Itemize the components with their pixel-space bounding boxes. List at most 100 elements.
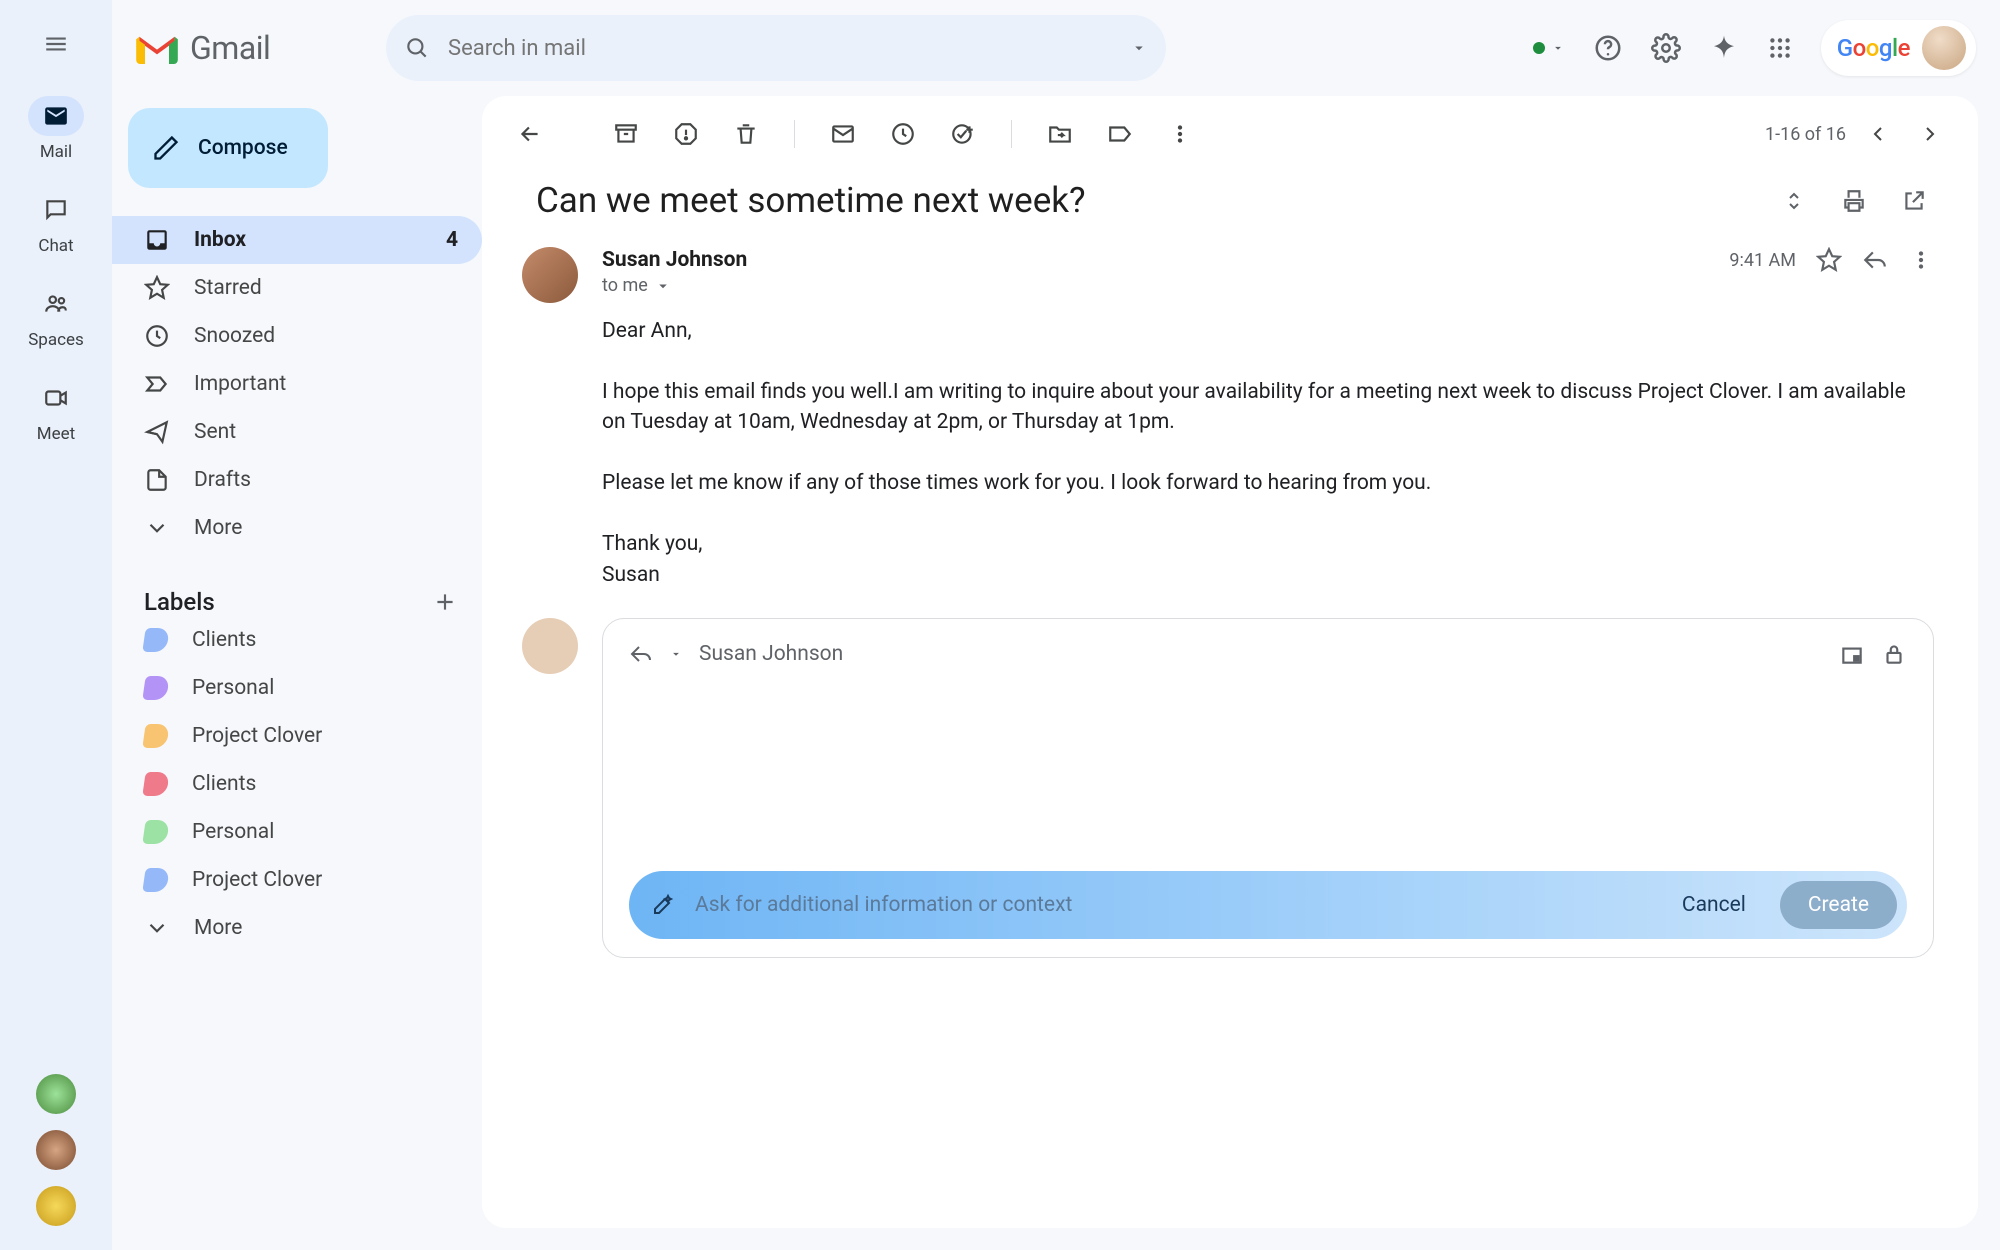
email-subject: Can we meet sometime next week?	[536, 180, 1754, 221]
star-message-button[interactable]	[1816, 247, 1842, 273]
search-icon	[404, 35, 430, 61]
chat-avatar-1[interactable]	[36, 1074, 76, 1114]
add-label-button[interactable]	[432, 589, 458, 615]
rail-mail[interactable]: Mail	[28, 96, 84, 162]
snooze-button[interactable]	[883, 114, 923, 154]
spam-icon	[673, 121, 699, 147]
rail-spaces[interactable]: Spaces	[28, 284, 84, 350]
label-swatch	[142, 628, 169, 652]
rail-meet-label: Meet	[37, 424, 75, 444]
recipient-line: to me	[602, 275, 648, 296]
nav-starred[interactable]: Starred	[112, 264, 482, 312]
message-more-button[interactable]	[1908, 247, 1934, 273]
label-text: Clients	[192, 772, 256, 796]
sender-avatar[interactable]	[522, 247, 578, 303]
nav-inbox[interactable]: Inbox 4	[112, 216, 482, 264]
label-button[interactable]	[1100, 114, 1140, 154]
compose-label: Compose	[198, 136, 288, 160]
reply-arrow-icon[interactable]	[629, 642, 653, 666]
expand-all-button[interactable]	[1774, 181, 1814, 221]
nav-snoozed-label: Snoozed	[194, 324, 275, 348]
ai-cancel-button[interactable]: Cancel	[1668, 893, 1760, 917]
pencil-icon	[152, 134, 180, 162]
show-details-button[interactable]	[654, 277, 672, 295]
rail-meet[interactable]: Meet	[28, 378, 84, 444]
prev-message-button[interactable]	[1858, 114, 1898, 154]
gemini-button[interactable]	[1709, 33, 1739, 63]
logo-area[interactable]: Gmail	[128, 29, 370, 67]
account-avatar[interactable]	[1922, 26, 1966, 70]
chevron-right-icon	[1918, 122, 1942, 146]
archive-button[interactable]	[606, 114, 646, 154]
search-input[interactable]	[448, 36, 1112, 61]
ai-create-button[interactable]: Create	[1780, 881, 1897, 929]
open-new-window-button[interactable]	[1894, 181, 1934, 221]
label-personal-2[interactable]: Personal	[112, 808, 482, 856]
more-actions-button[interactable]	[1160, 114, 1200, 154]
caret-down-icon	[1551, 41, 1565, 55]
nav-sent[interactable]: Sent	[112, 408, 482, 456]
label-clients-1[interactable]: Clients	[112, 616, 482, 664]
app-header: Gmail Google	[112, 0, 2000, 96]
nav-snoozed[interactable]: Snoozed	[112, 312, 482, 360]
confidential-mode-button[interactable]	[1881, 641, 1907, 667]
apps-grid-icon	[1767, 35, 1793, 61]
label-swatch	[142, 772, 169, 796]
mark-unread-button[interactable]	[823, 114, 863, 154]
clock-icon	[144, 323, 170, 349]
label-text: Personal	[192, 676, 274, 700]
help-icon	[1593, 33, 1623, 63]
nav-starred-label: Starred	[194, 276, 262, 300]
move-to-button[interactable]	[1040, 114, 1080, 154]
reply-mode-dropdown[interactable]	[669, 647, 683, 661]
labels-more[interactable]: More	[112, 904, 482, 952]
ai-compose-bar: Cancel Create	[629, 871, 1907, 939]
rail-chat[interactable]: Chat	[28, 190, 84, 256]
labels-heading: Labels	[144, 588, 215, 616]
inbox-icon	[144, 227, 170, 253]
delete-button[interactable]	[726, 114, 766, 154]
chevron-left-icon	[1866, 122, 1890, 146]
label-swatch	[142, 820, 169, 844]
search-options-icon[interactable]	[1130, 39, 1148, 57]
my-avatar[interactable]	[522, 618, 578, 674]
chat-avatar-2[interactable]	[36, 1130, 76, 1170]
settings-button[interactable]	[1651, 33, 1681, 63]
label-text: Personal	[192, 820, 274, 844]
gmail-logo-icon	[136, 32, 178, 64]
ai-prompt-input[interactable]	[695, 893, 1648, 917]
label-personal-1[interactable]: Personal	[112, 664, 482, 712]
popout-reply-button[interactable]	[1839, 641, 1865, 667]
rail-chat-label: Chat	[38, 236, 73, 256]
chat-avatar-3[interactable]	[36, 1186, 76, 1226]
apps-button[interactable]	[1767, 35, 1793, 61]
reply-to-name: Susan Johnson	[699, 642, 843, 666]
nav-inbox-count: 4	[446, 228, 458, 252]
label-text: Project Clover	[192, 868, 322, 892]
status-indicator[interactable]	[1533, 41, 1565, 55]
reply-composer[interactable]: Susan Johnson Cancel Create	[602, 618, 1934, 958]
print-button[interactable]	[1834, 181, 1874, 221]
label-text: Clients	[192, 628, 256, 652]
menu-icon	[43, 31, 69, 57]
compose-button[interactable]: Compose	[128, 108, 328, 188]
archive-icon	[613, 121, 639, 147]
next-message-button[interactable]	[1910, 114, 1950, 154]
unfold-icon	[1782, 189, 1806, 213]
account-chip[interactable]: Google	[1821, 20, 1976, 76]
back-button[interactable]	[510, 114, 550, 154]
spam-button[interactable]	[666, 114, 706, 154]
reply-button[interactable]	[1862, 247, 1888, 273]
label-project-clover-1[interactable]: Project Clover	[112, 712, 482, 760]
support-button[interactable]	[1593, 33, 1623, 63]
main-menu-button[interactable]	[32, 20, 80, 68]
rail-mail-label: Mail	[40, 142, 72, 162]
add-task-button[interactable]	[943, 114, 983, 154]
search-bar[interactable]	[386, 15, 1166, 81]
label-clients-2[interactable]: Clients	[112, 760, 482, 808]
nav-more[interactable]: More	[112, 504, 482, 552]
nav-drafts[interactable]: Drafts	[112, 456, 482, 504]
nav-important[interactable]: Important	[112, 360, 482, 408]
chat-icon	[43, 197, 69, 223]
label-project-clover-2[interactable]: Project Clover	[112, 856, 482, 904]
